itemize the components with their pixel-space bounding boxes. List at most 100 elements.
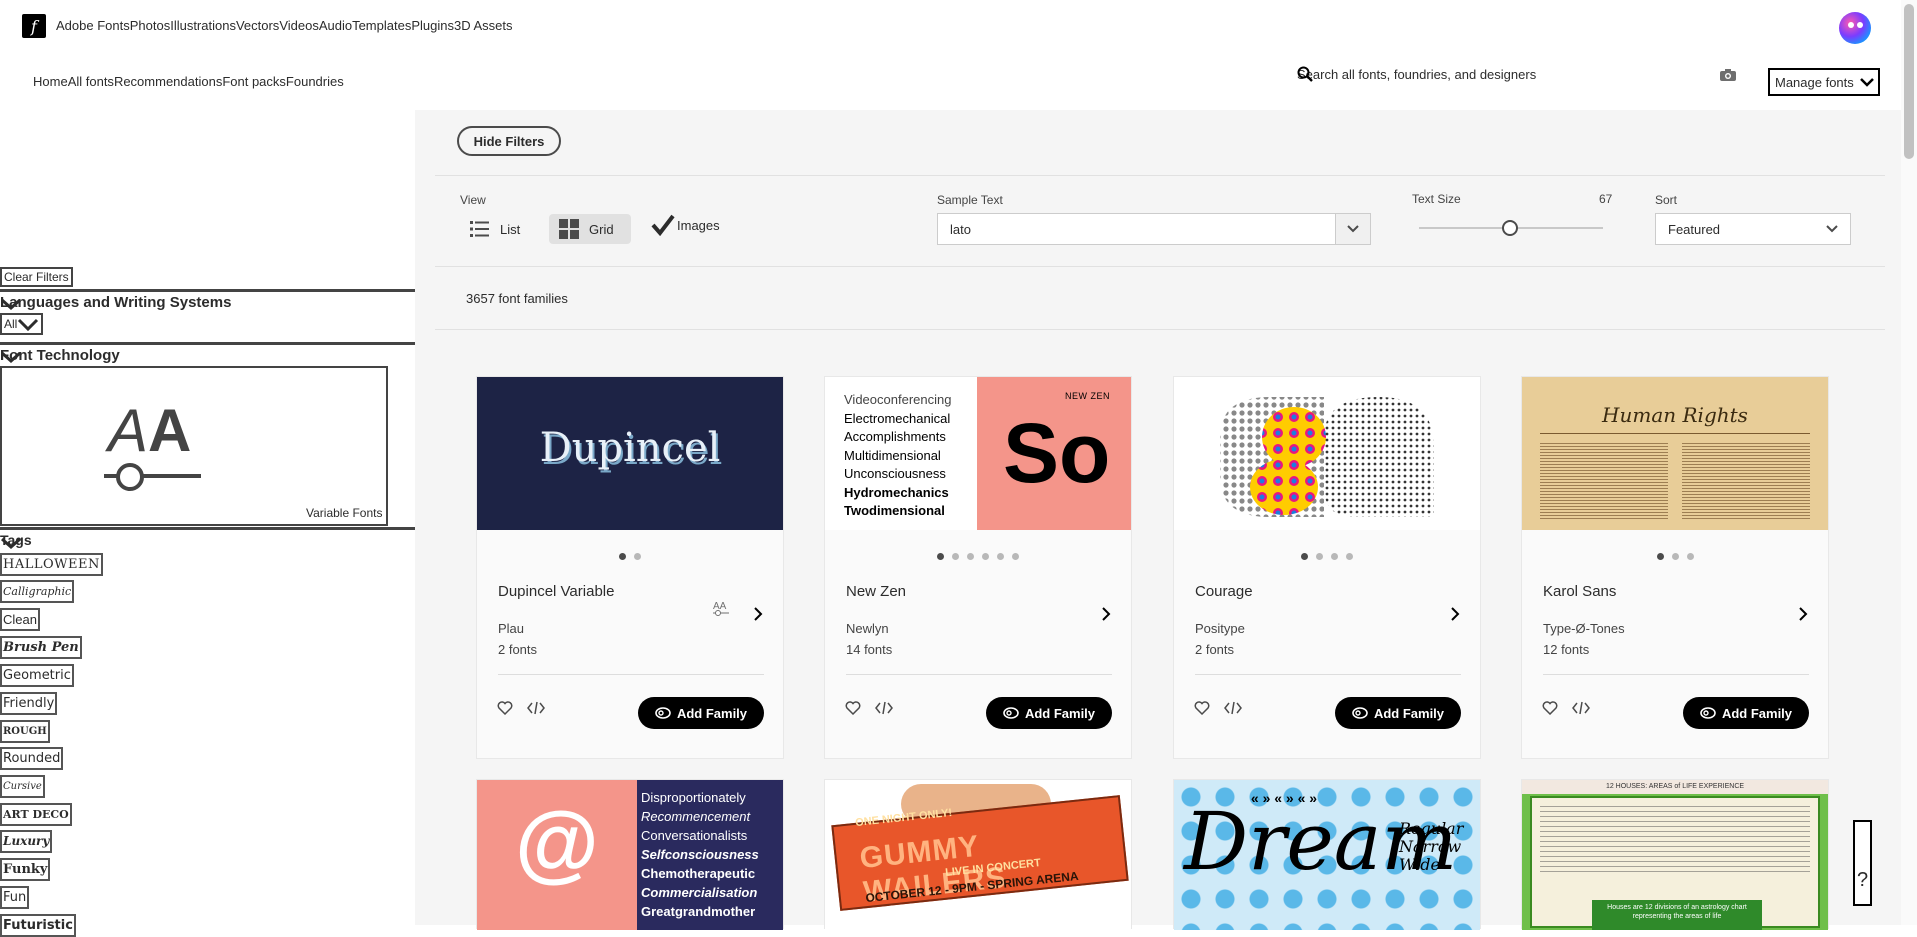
font-name[interactable]: Karol Sans — [1543, 583, 1616, 600]
carousel-dot[interactable] — [937, 553, 944, 560]
tag-halloween[interactable]: HALLOWEEN — [0, 553, 103, 576]
add-family-button[interactable]: Add Family — [986, 697, 1112, 729]
carousel-dot[interactable] — [952, 553, 959, 560]
tag-luxury[interactable]: Luxury — [0, 830, 53, 853]
font-preview-image[interactable]: Human Rights — [1522, 377, 1828, 530]
images-toggle[interactable]: Images — [651, 210, 720, 240]
font-name[interactable]: New Zen — [846, 583, 906, 600]
font-preview-image[interactable]: ONE NIGHT ONLY! GUMMY WAILERS LIVE IN CO… — [825, 780, 1131, 930]
carousel-dots[interactable] — [477, 553, 783, 560]
subnav-home[interactable]: Home — [33, 74, 68, 89]
chevron-right-icon[interactable] — [1101, 607, 1111, 621]
heart-icon[interactable] — [1194, 701, 1210, 715]
tag-friendly[interactable]: Friendly — [0, 692, 58, 715]
clear-filters-button[interactable]: Clear Filters — [0, 267, 73, 287]
font-card-dupincel[interactable]: Dupincel Dupincel Variable AA Plau 2 fon… — [476, 376, 784, 759]
font-preview-image[interactable]: @ Disproportionately Recommencement Conv… — [477, 780, 783, 930]
user-avatar[interactable] — [1839, 12, 1871, 44]
add-family-button[interactable]: Add Family — [1335, 697, 1461, 729]
sort-select[interactable]: Featured — [1655, 213, 1851, 245]
tag-clean[interactable]: Clean — [0, 608, 40, 631]
carousel-dot[interactable] — [1301, 553, 1308, 560]
subnav-foundries[interactable]: Foundries — [286, 74, 344, 89]
heart-icon[interactable] — [497, 701, 513, 715]
font-card-courage[interactable]: Courage Positype 2 fonts Add Family — [1173, 376, 1481, 759]
font-card[interactable]: « » « » « » Dream Regular Narrow Wide — [1173, 779, 1481, 930]
manage-fonts-button[interactable]: Manage fonts — [1768, 68, 1880, 96]
sample-text-dropdown[interactable] — [1335, 213, 1371, 245]
camera-icon[interactable] — [1718, 67, 1738, 83]
font-preview-image[interactable]: « » « » « » Dream Regular Narrow Wide — [1174, 780, 1480, 930]
tag-brush-pen[interactable]: Brush Pen — [0, 636, 82, 659]
foundry-name[interactable]: Type-Ø-Tones — [1543, 621, 1625, 636]
nav-3d-assets[interactable]: 3D Assets — [454, 18, 513, 33]
carousel-dot[interactable] — [1331, 553, 1338, 560]
carousel-dot[interactable] — [967, 553, 974, 560]
heart-icon[interactable] — [845, 701, 861, 715]
font-preview-image[interactable]: 12 HOUSES: AREAS of LIFE EXPERIENCE Hous… — [1522, 780, 1828, 930]
adobe-fonts-logo[interactable]: f — [22, 14, 46, 38]
carousel-dots[interactable] — [1174, 553, 1480, 560]
chevron-right-icon[interactable] — [1450, 607, 1460, 621]
foundry-name[interactable]: Plau — [498, 621, 524, 636]
carousel-dot[interactable] — [1346, 553, 1353, 560]
chevron-right-icon[interactable] — [1798, 607, 1808, 621]
variable-fonts-filter[interactable]: AA Variable Fonts — [0, 366, 388, 526]
carousel-dot[interactable] — [1012, 553, 1019, 560]
font-card-new-zen[interactable]: Videoconferencing Electromechanical Acco… — [824, 376, 1132, 759]
tag-funky[interactable]: Funky — [0, 858, 51, 881]
heart-icon[interactable] — [1542, 701, 1558, 715]
nav-photos[interactable]: Photos — [130, 18, 170, 33]
tag-rounded[interactable]: Rounded — [0, 747, 64, 770]
tag-cursive[interactable]: Cursive — [0, 775, 45, 798]
nav-adobe-fonts[interactable]: Adobe Fonts — [56, 18, 130, 33]
nav-plugins[interactable]: Plugins — [411, 18, 454, 33]
nav-illustrations[interactable]: Illustrations — [170, 18, 236, 33]
nav-vectors[interactable]: Vectors — [236, 18, 279, 33]
code-icon[interactable] — [527, 701, 545, 715]
carousel-dot[interactable] — [1671, 553, 1679, 560]
tag-geometric[interactable]: Geometric — [0, 664, 74, 687]
font-name[interactable]: Dupincel Variable — [498, 583, 614, 600]
carousel-dot[interactable] — [634, 553, 641, 560]
subnav-font-packs[interactable]: Font packs — [222, 74, 286, 89]
help-button[interactable]: ? — [1853, 820, 1872, 906]
font-preview-image[interactable]: Videoconferencing Electromechanical Acco… — [825, 377, 1131, 530]
code-icon[interactable] — [875, 701, 893, 715]
sample-text-input[interactable]: lato — [937, 213, 1357, 245]
carousel-dot[interactable] — [1686, 553, 1694, 560]
nav-videos[interactable]: Videos — [279, 18, 319, 33]
font-preview-image[interactable]: Dupincel — [477, 377, 783, 530]
nav-audio[interactable]: Audio — [319, 18, 352, 33]
font-card[interactable]: ONE NIGHT ONLY! GUMMY WAILERS LIVE IN CO… — [824, 779, 1132, 930]
tag-art-deco[interactable]: ART DECO — [0, 803, 72, 826]
foundry-name[interactable]: Newlyn — [846, 621, 889, 636]
font-card[interactable]: 12 HOUSES: AREAS of LIFE EXPERIENCE Hous… — [1521, 779, 1829, 930]
tag-calligraphic[interactable]: Calligraphic — [0, 580, 75, 603]
tag-futuristic[interactable]: Futuristic — [0, 914, 76, 937]
carousel-dot[interactable] — [1316, 553, 1323, 560]
font-preview-image[interactable] — [1174, 377, 1480, 530]
scrollbar-thumb[interactable] — [1904, 4, 1914, 159]
carousel-dots[interactable] — [825, 553, 1131, 560]
view-grid-button[interactable]: Grid — [549, 214, 631, 244]
chevron-right-icon[interactable] — [753, 607, 763, 621]
tag-fun[interactable]: Fun — [0, 886, 30, 909]
foundry-name[interactable]: Positype — [1195, 621, 1245, 636]
carousel-dot[interactable] — [982, 553, 989, 560]
search-input[interactable]: Search all fonts, foundries, and designe… — [1297, 67, 1597, 82]
view-list-button[interactable]: List — [460, 214, 530, 244]
subnav-all-fonts[interactable]: All fonts — [68, 74, 114, 89]
code-icon[interactable] — [1572, 701, 1590, 715]
hide-filters-button[interactable]: Hide Filters — [457, 126, 561, 156]
carousel-dots[interactable] — [1522, 553, 1828, 560]
add-family-button[interactable]: Add Family — [1683, 697, 1809, 729]
add-family-button[interactable]: Add Family — [638, 697, 764, 729]
font-name[interactable]: Courage — [1195, 583, 1253, 600]
carousel-dot[interactable] — [619, 553, 626, 560]
font-card[interactable]: @ Disproportionately Recommencement Conv… — [476, 779, 784, 930]
tag-rough[interactable]: ROUGH — [0, 720, 50, 743]
text-size-slider-knob[interactable] — [1502, 220, 1518, 236]
languages-select[interactable]: All — [0, 313, 44, 335]
code-icon[interactable] — [1224, 701, 1242, 715]
